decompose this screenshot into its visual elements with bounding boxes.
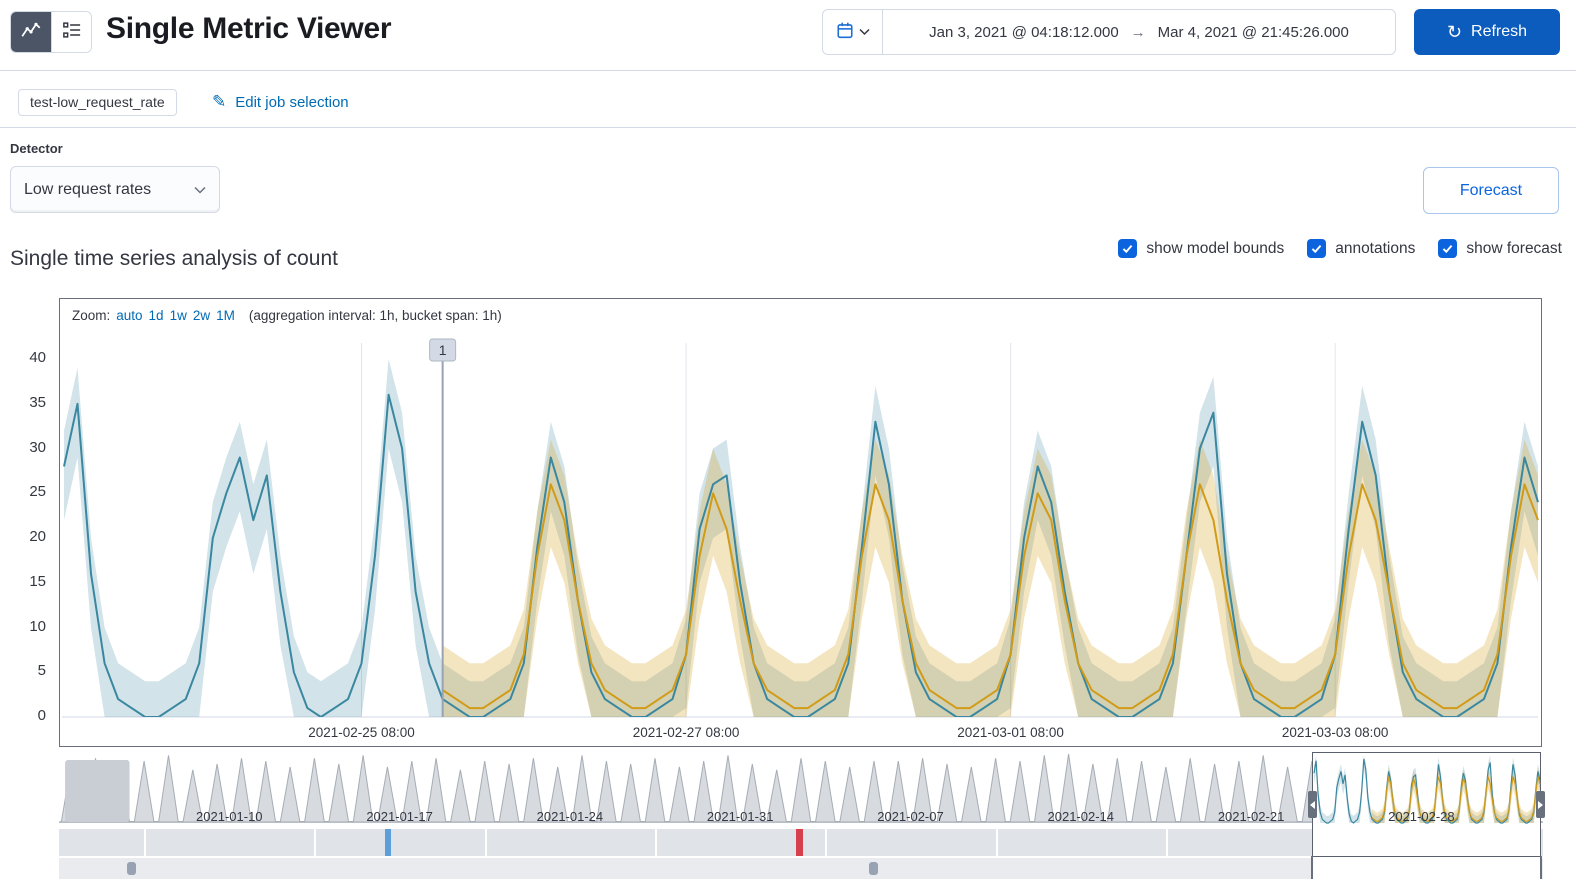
grid-list-icon: [62, 20, 82, 45]
swimlane-separator: [1165, 829, 1168, 856]
y-tick-label: 5: [37, 662, 46, 680]
y-tick-label: 10: [29, 617, 46, 635]
calendar-icon: [836, 21, 854, 44]
refresh-label: Refresh: [1471, 23, 1528, 40]
anomaly-explorer-view-button[interactable]: [51, 12, 91, 52]
zoom-links: auto 1d 1w 2w 1M: [116, 308, 241, 323]
x-tick-label: 2021-02-25 08:00: [308, 725, 415, 740]
edit-job-selection-label: Edit job selection: [235, 93, 349, 111]
x-tick-label: 2021-02-27 08:00: [633, 725, 740, 740]
forecast-bounds-band: [442, 439, 1539, 717]
edit-job-selection-link[interactable]: ✎ Edit job selection: [212, 92, 349, 112]
zoom-option-1d[interactable]: 1d: [149, 308, 164, 323]
arrow-left-icon: [1309, 800, 1315, 809]
arrow-right-icon: [1538, 800, 1544, 809]
annotation-badge-label: 1: [439, 342, 447, 358]
arrow-right-icon: →: [1130, 23, 1146, 41]
chart-options-row: show model bounds annotations show forec…: [1118, 239, 1562, 258]
selection-left-handle[interactable]: [1307, 791, 1317, 818]
selection-bottom-mask: [1311, 858, 1542, 879]
detector-selected-value: Low request rates: [24, 180, 152, 198]
swimlane-separator: [314, 829, 317, 856]
zoom-option-auto[interactable]: auto: [116, 308, 142, 323]
context-chart-area: 2021-01-10 2021-01-17 2021-01-24 2021-01-31…: [59, 752, 1546, 879]
start-date[interactable]: Jan 3, 2021 @ 04:18:12.000: [929, 24, 1119, 41]
y-tick-label: 25: [29, 483, 46, 501]
swimlane-separator: [655, 829, 658, 856]
refresh-button[interactable]: ↻ Refresh: [1414, 9, 1560, 55]
zoom-option-1w[interactable]: 1w: [170, 308, 187, 323]
selection-mini-chart: [1313, 755, 1541, 824]
swimlane-separator: [995, 829, 998, 856]
y-tick-label: 20: [29, 528, 46, 545]
annotation-marker[interactable]: [869, 862, 879, 875]
header: Single Metric Viewer Jan 3, 2021 @ 04:18…: [0, 0, 1576, 71]
end-date[interactable]: Mar 4, 2021 @ 21:45:26.000: [1158, 24, 1349, 41]
selection-edge-line: [1310, 856, 1313, 879]
x-tick-label: 2021-03-03 08:00: [1282, 725, 1389, 740]
view-toggle-group: [10, 11, 92, 53]
y-tick-label: 15: [29, 572, 46, 590]
date-picker: Jan 3, 2021 @ 04:18:12.000 → Mar 4, 2021…: [822, 9, 1396, 55]
forecast-button[interactable]: Forecast: [1423, 167, 1559, 214]
show-forecast-label: show forecast: [1466, 239, 1562, 257]
swimlane-separator: [825, 829, 828, 856]
page-title: Single Metric Viewer: [106, 12, 392, 45]
anomaly-marker[interactable]: [384, 829, 391, 856]
main-chart-container: Zoom: auto 1d 1w 2w 1M (aggregation interval: …: [59, 298, 1542, 747]
show-forecast-checkbox[interactable]: show forecast: [1438, 239, 1562, 258]
zoom-controls: Zoom: auto 1d 1w 2w 1M (aggregation interval: …: [72, 308, 502, 323]
selection-right-handle[interactable]: [1536, 791, 1546, 818]
main-chart-svg[interactable]: 2021-02-25 08:00 2021-02-27 08:00 2021-03-…: [60, 299, 1541, 746]
job-badge: test-low_request_rate: [18, 89, 177, 116]
checkbox-checked-icon: [1118, 239, 1138, 258]
y-tick-label: 0: [37, 707, 46, 724]
line-chart-icon: [21, 20, 41, 45]
annotations-checkbox[interactable]: annotations: [1307, 239, 1415, 258]
selection-edge-line: [1540, 856, 1543, 879]
zoom-option-1M[interactable]: 1M: [216, 308, 235, 323]
job-selection-bar: test-low_request_rate ✎ Edit job selecti…: [0, 84, 1576, 128]
swimlane-separator: [484, 829, 487, 856]
context-leading-block: [65, 760, 130, 822]
time-range-selection[interactable]: [1311, 752, 1542, 857]
y-tick-label: 35: [29, 393, 46, 411]
y-tick-label: 40: [29, 349, 46, 366]
chevron-down-icon: [858, 23, 870, 41]
zoom-label: Zoom:: [72, 308, 111, 323]
quick-select-button[interactable]: [823, 10, 883, 54]
detector-label: Detector: [10, 141, 63, 156]
single-metric-view-button[interactable]: [11, 12, 51, 52]
anomaly-marker[interactable]: [796, 829, 804, 856]
aggregation-interval-label: (aggregation interval: 1h, bucket span: …: [248, 308, 502, 323]
refresh-icon: ↻: [1446, 22, 1463, 42]
pencil-icon: ✎: [212, 92, 227, 111]
date-range-display[interactable]: Jan 3, 2021 @ 04:18:12.000 → Mar 4, 2021…: [883, 10, 1395, 54]
swimlane-separator: [144, 829, 147, 856]
zoom-option-2w[interactable]: 2w: [193, 308, 210, 323]
chevron-down-icon: [194, 181, 206, 199]
annotation-marker[interactable]: [127, 862, 137, 875]
single-metric-viewer-page: Single Metric Viewer Jan 3, 2021 @ 04:18…: [0, 0, 1576, 879]
annotations-label: annotations: [1335, 239, 1416, 257]
x-tick-label: 2021-03-01 08:00: [957, 725, 1064, 740]
checkbox-checked-icon: [1307, 239, 1327, 258]
show-model-bounds-label: show model bounds: [1146, 239, 1285, 257]
show-model-bounds-checkbox[interactable]: show model bounds: [1118, 239, 1284, 258]
series-analysis-title: Single time series analysis of count: [10, 247, 338, 270]
checkbox-checked-icon: [1438, 239, 1458, 258]
detector-select[interactable]: Low request rates: [10, 166, 220, 213]
y-tick-label: 30: [29, 438, 46, 456]
